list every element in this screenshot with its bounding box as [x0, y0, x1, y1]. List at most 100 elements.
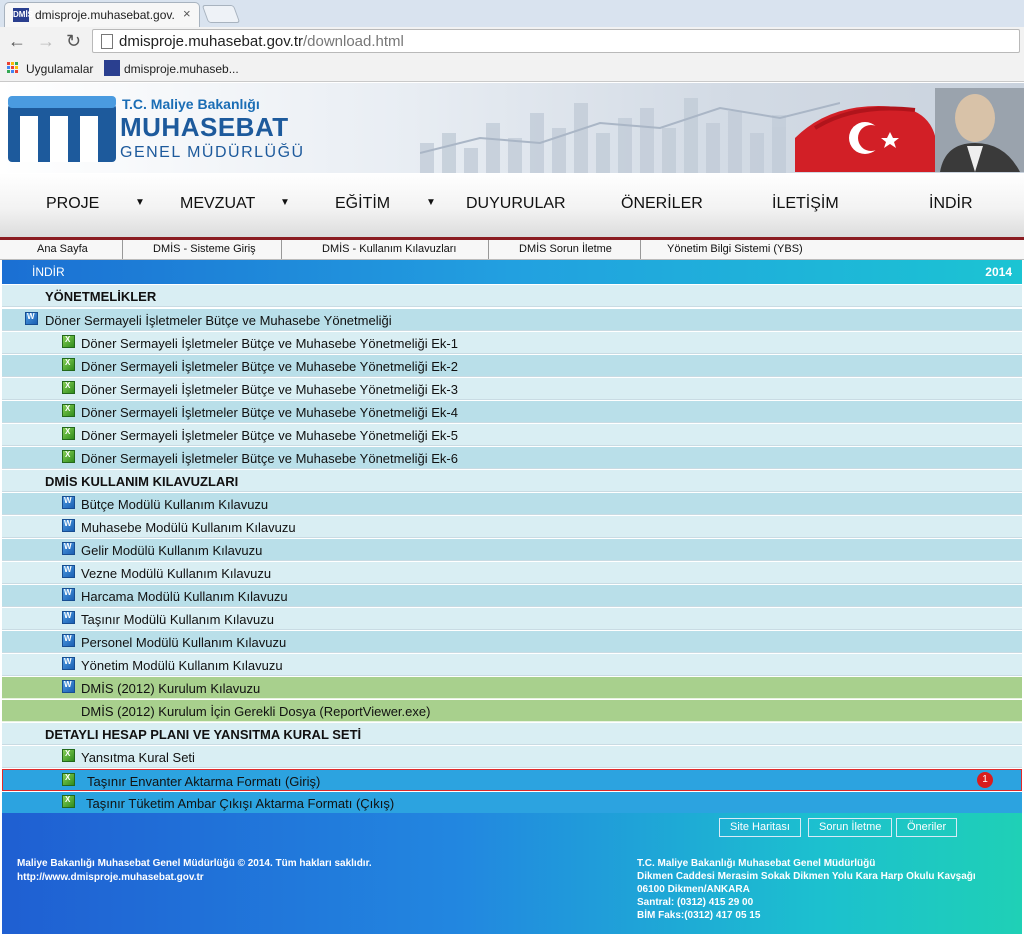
page-icon: [101, 34, 113, 49]
chevron-down-icon[interactable]: ▼: [280, 197, 290, 208]
footer-website-link[interactable]: http://www.dmisproje.muhasebat.gov.tr: [17, 871, 372, 885]
download-link[interactable]: Döner Sermayeli İşletmeler Bütçe ve Muha…: [81, 451, 458, 466]
download-row[interactable]: Döner Sermayeli İşletmeler Bütçe ve Muha…: [2, 355, 1022, 377]
bookmark-dmisproje[interactable]: dmisproje.muhaseb...: [124, 62, 239, 76]
download-link[interactable]: DMİS (2012) Kurulum İçin Gerekli Dosya (…: [81, 704, 430, 719]
download-row[interactable]: Döner Sermayeli İşletmeler Bütçe ve Muha…: [2, 378, 1022, 400]
address-bar[interactable]: dmisproje.muhasebat.gov.tr/download.html: [92, 29, 1020, 53]
excel-document-icon: [62, 773, 75, 786]
download-link[interactable]: Döner Sermayeli İşletmeler Bütçe ve Muha…: [81, 336, 458, 351]
footer-address-line: T.C. Maliye Bakanlığı Muhasebat Genel Mü…: [637, 858, 876, 869]
subnav-kullanim-kilavuzlari[interactable]: DMİS - Kullanım Kılavuzları: [322, 243, 456, 255]
download-link[interactable]: Döner Sermayeli İşletmeler Bütçe ve Muha…: [81, 405, 458, 420]
download-row[interactable]: Yansıtma Kural Seti: [2, 746, 1022, 768]
new-tab-button[interactable]: [201, 5, 241, 23]
section-header-hesap-plani: DETAYLI HESAP PLANI VE YANSITMA KURAL SE…: [2, 723, 1022, 745]
banner-bars-graphic: [420, 98, 840, 173]
download-link[interactable]: Bütçe Modülü Kullanım Kılavuzu: [81, 497, 268, 512]
footer-address-line: Dikmen Caddesi Merasim Sokak Dikmen Yolu…: [637, 871, 976, 882]
site-map-button[interactable]: Site Haritası: [719, 818, 801, 837]
download-link[interactable]: Taşınır Tüketim Ambar Çıkışı Aktarma For…: [86, 796, 394, 811]
section-title: DETAYLI HESAP PLANI VE YANSITMA KURAL SE…: [45, 727, 362, 742]
footer-address-line: 06100 Dikmen/ANKARA: [637, 884, 750, 895]
subnav-sisteme-giris[interactable]: DMİS - Sisteme Giriş: [153, 243, 256, 255]
download-link[interactable]: Gelir Modülü Kullanım Kılavuzu: [81, 543, 262, 558]
site-favicon-icon: DMİS: [13, 8, 33, 22]
download-row[interactable]: Personel Modülü Kullanım Kılavuzu: [2, 631, 1022, 653]
subnav-ybs[interactable]: Yönetim Bilgi Sistemi (YBS): [667, 243, 803, 255]
nav-egitim[interactable]: EĞİTİM: [335, 195, 390, 213]
footer-copyright: Maliye Bakanlığı Muhasebat Genel Müdürlü…: [17, 857, 372, 885]
download-link[interactable]: Harcama Modülü Kullanım Kılavuzu: [81, 589, 288, 604]
footer-phone: Santral: (0312) 415 29 00: [637, 897, 754, 908]
excel-document-icon: [62, 335, 75, 348]
subnav-divider: [488, 240, 489, 259]
nav-duyurular[interactable]: DUYURULAR: [466, 195, 566, 213]
download-link[interactable]: Taşınır Envanter Aktarma Formatı (Giriş): [87, 774, 320, 789]
download-link[interactable]: Döner Sermayeli İşletmeler Bütçe ve Muha…: [81, 359, 458, 374]
download-row[interactable]: Taşınır Tüketim Ambar Çıkışı Aktarma For…: [2, 792, 1022, 814]
download-link[interactable]: Muhasebe Modülü Kullanım Kılavuzu: [81, 520, 296, 535]
section-header-yonetmelikler: YÖNETMELİKLER: [2, 285, 1022, 307]
browser-tab[interactable]: DMİS dmisproje.muhasebat.gov. ×: [4, 2, 200, 27]
download-link[interactable]: Vezne Modülü Kullanım Kılavuzu: [81, 566, 271, 581]
word-document-icon: [62, 496, 75, 509]
nav-iletisim[interactable]: İLETİŞİM: [772, 195, 839, 213]
chevron-down-icon[interactable]: ▼: [426, 197, 436, 208]
subnav-sorun-iletme[interactable]: DMİS Sorun İletme: [519, 243, 612, 255]
download-row[interactable]: Taşınır Modülü Kullanım Kılavuzu: [2, 608, 1022, 630]
subnav-divider: [281, 240, 282, 259]
download-row[interactable]: Döner Sermayeli İşletmeler Bütçe ve Muha…: [2, 309, 1022, 331]
section-header-dmis-kilavuzlari: DMİS KULLANIM KILAVUZLARI: [2, 470, 1022, 492]
logo-subtitle: GENEL MÜDÜRLÜĞÜ: [120, 144, 305, 161]
download-row[interactable]: Gelir Modülü Kullanım Kılavuzu: [2, 539, 1022, 561]
excel-document-icon: [62, 358, 75, 371]
footer-copyright-text: Maliye Bakanlığı Muhasebat Genel Müdürlü…: [17, 858, 372, 869]
reload-icon[interactable]: ↻: [66, 32, 81, 50]
excel-document-icon: [62, 404, 75, 417]
bookmark-apps[interactable]: Uygulamalar: [26, 62, 93, 76]
sub-navigation: Ana Sayfa DMİS - Sisteme Giriş DMİS - Ku…: [0, 240, 1024, 260]
nav-indir[interactable]: İNDİR: [929, 195, 973, 213]
suggestions-button[interactable]: Öneriler: [896, 818, 958, 837]
download-row[interactable]: DMİS (2012) Kurulum Kılavuzu: [2, 677, 1022, 699]
chevron-down-icon[interactable]: ▼: [135, 197, 145, 208]
subnav-divider: [122, 240, 123, 259]
logo-title: MUHASEBAT: [120, 112, 289, 142]
download-row[interactable]: Harcama Modülü Kullanım Kılavuzu: [2, 585, 1022, 607]
download-row[interactable]: Döner Sermayeli İşletmeler Bütçe ve Muha…: [2, 447, 1022, 469]
download-row[interactable]: Yönetim Modülü Kullanım Kılavuzu: [2, 654, 1022, 676]
download-row[interactable]: Döner Sermayeli İşletmeler Bütçe ve Muha…: [2, 332, 1022, 354]
forward-arrow-icon[interactable]: →: [37, 32, 55, 50]
download-row[interactable]: Muhasebe Modülü Kullanım Kılavuzu: [2, 516, 1022, 538]
download-link[interactable]: Döner Sermayeli İşletmeler Bütçe ve Muha…: [81, 428, 458, 443]
nav-oneriler[interactable]: ÖNERİLER: [621, 195, 703, 213]
download-link[interactable]: Taşınır Modülü Kullanım Kılavuzu: [81, 612, 274, 627]
download-link[interactable]: Yansıtma Kural Seti: [81, 750, 195, 765]
address-url: dmisproje.muhasebat.gov.tr/download.html: [119, 33, 404, 50]
subnav-divider: [640, 240, 641, 259]
download-row[interactable]: Döner Sermayeli İşletmeler Bütçe ve Muha…: [2, 401, 1022, 423]
download-row[interactable]: DMİS (2012) Kurulum İçin Gerekli Dosya (…: [2, 700, 1022, 722]
word-document-icon: [25, 312, 38, 325]
download-row[interactable]: Döner Sermayeli İşletmeler Bütçe ve Muha…: [2, 424, 1022, 446]
download-row[interactable]: Vezne Modülü Kullanım Kılavuzu: [2, 562, 1022, 584]
report-issue-button[interactable]: Sorun İletme: [808, 818, 893, 837]
subnav-ana-sayfa[interactable]: Ana Sayfa: [37, 243, 88, 255]
word-document-icon: [62, 611, 75, 624]
download-link[interactable]: Personel Modülü Kullanım Kılavuzu: [81, 635, 286, 650]
content-header: İNDİR 2014: [2, 260, 1022, 284]
nav-mevzuat[interactable]: MEVZUAT: [180, 195, 255, 213]
download-row-selected[interactable]: Taşınır Envanter Aktarma Formatı (Giriş): [2, 769, 1022, 791]
word-document-icon: [62, 634, 75, 647]
download-link[interactable]: Yönetim Modülü Kullanım Kılavuzu: [81, 658, 283, 673]
nav-proje[interactable]: PROJE: [46, 195, 99, 213]
download-row[interactable]: Bütçe Modülü Kullanım Kılavuzu: [2, 493, 1022, 515]
content-year: 2014: [985, 265, 1012, 279]
back-arrow-icon[interactable]: ←: [8, 32, 26, 50]
section-title: DMİS KULLANIM KILAVUZLARI: [45, 474, 239, 489]
download-link[interactable]: DMİS (2012) Kurulum Kılavuzu: [81, 681, 260, 696]
download-link[interactable]: Döner Sermayeli İşletmeler Bütçe ve Muha…: [81, 382, 458, 397]
download-link[interactable]: Döner Sermayeli İşletmeler Bütçe ve Muha…: [45, 313, 392, 328]
tab-close-icon[interactable]: ×: [183, 6, 191, 21]
